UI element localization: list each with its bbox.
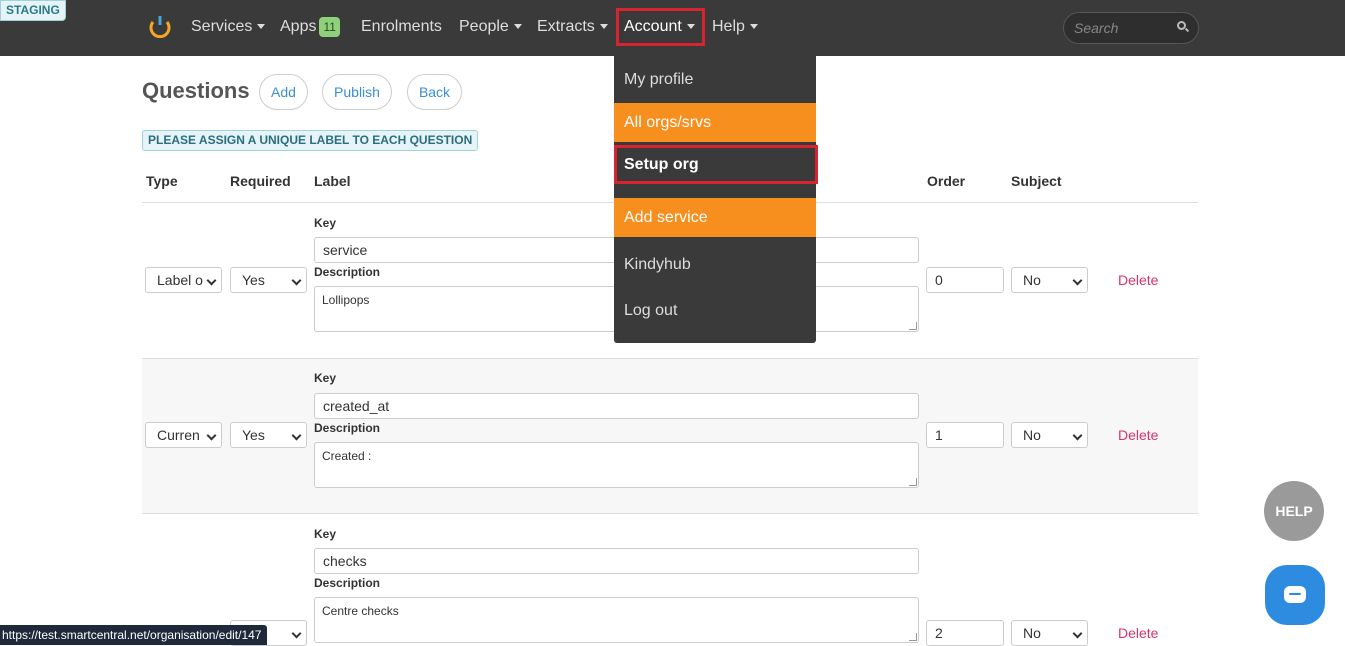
chevron-down-icon: [599, 24, 608, 30]
chevron-down-icon: [257, 24, 266, 30]
chevron-down-icon: [291, 275, 302, 286]
order-input[interactable]: 1: [926, 422, 1004, 448]
env-badge: STAGING: [0, 0, 66, 21]
description-value: Lollipops: [322, 293, 370, 307]
status-url: https://test.smartcentral.net/organisati…: [0, 625, 268, 645]
delete-link[interactable]: Delete: [1118, 272, 1158, 288]
required-select[interactable]: Yes: [230, 267, 307, 293]
header-required: Required: [230, 173, 291, 189]
header-type: Type: [146, 173, 178, 189]
add-button[interactable]: Add: [259, 74, 308, 110]
header-order: Order: [927, 173, 966, 189]
menu-item-setup-org[interactable]: Setup org: [614, 145, 818, 184]
key-input[interactable]: created_at: [314, 393, 919, 419]
nav-services[interactable]: Services: [191, 0, 266, 54]
order-input[interactable]: 0: [926, 267, 1004, 293]
description-label: Description: [314, 265, 381, 279]
menu-item-all-orgs[interactable]: All orgs/srvs: [614, 103, 816, 142]
chevron-down-icon: [513, 24, 522, 30]
subject-value: No: [1023, 625, 1041, 641]
header-label: Label: [314, 173, 351, 189]
chevron-down-icon: [291, 628, 302, 639]
nav-apps[interactable]: Apps 11: [280, 0, 340, 54]
apps-count-badge: 11: [319, 16, 340, 37]
nav-help-label: Help: [712, 18, 745, 35]
description-value: Centre checks: [322, 604, 399, 618]
account-highlight-box: [616, 8, 705, 46]
divider: [142, 513, 1198, 514]
nav-people-label: People: [459, 18, 509, 35]
nav-services-label: Services: [191, 18, 253, 35]
account-dropdown-menu: My profile All orgs/srvs Setup org Add s…: [614, 56, 818, 343]
nav-help[interactable]: Help: [712, 0, 758, 54]
publish-button[interactable]: Publish: [322, 74, 392, 110]
header-subject: Subject: [1011, 173, 1062, 189]
key-input[interactable]: checks: [314, 548, 919, 574]
page-title: Questions: [142, 78, 250, 103]
subject-value: No: [1023, 272, 1041, 288]
chevron-down-icon: [206, 430, 217, 441]
required-select[interactable]: Yes: [230, 422, 307, 448]
chat-icon: [1284, 586, 1306, 603]
search-icon[interactable]: [1177, 21, 1186, 30]
menu-item-kindyhub[interactable]: Kindyhub: [614, 245, 816, 284]
description-value: Created :: [322, 449, 372, 463]
subject-select[interactable]: No: [1011, 267, 1088, 293]
type-select[interactable]: Curren: [145, 422, 222, 448]
menu-item-log-out[interactable]: Log out: [614, 291, 816, 330]
subject-select[interactable]: No: [1011, 422, 1088, 448]
chevron-down-icon: [291, 430, 302, 441]
nav-apps-label: Apps: [280, 18, 317, 35]
menu-item-my-profile[interactable]: My profile: [614, 60, 816, 99]
type-value: Label o: [157, 272, 203, 288]
resize-handle-icon[interactable]: [909, 633, 917, 641]
required-value: Yes: [242, 427, 265, 443]
key-label: Key: [314, 371, 337, 385]
back-button[interactable]: Back: [407, 74, 462, 110]
search-placeholder: Search: [1074, 20, 1119, 36]
menu-item-add-service[interactable]: Add service: [614, 198, 816, 237]
resize-handle-icon[interactable]: [909, 322, 917, 330]
chevron-down-icon: [206, 275, 217, 286]
nav-enrolments[interactable]: Enrolments: [361, 0, 442, 54]
search-input[interactable]: Search: [1063, 12, 1199, 44]
subject-select[interactable]: No: [1011, 620, 1088, 646]
key-label: Key: [314, 527, 337, 541]
app-logo-icon[interactable]: [148, 14, 172, 38]
help-button[interactable]: HELP: [1264, 481, 1324, 541]
notice-badge: PLEASE ASSIGN A UNIQUE LABEL TO EACH QUE…: [142, 130, 479, 151]
chevron-down-icon: [749, 24, 758, 30]
type-value: Curren: [157, 427, 200, 443]
type-select[interactable]: Label o: [145, 267, 222, 293]
chat-button[interactable]: [1265, 565, 1325, 625]
nav-extracts[interactable]: Extracts: [537, 0, 608, 54]
nav-people[interactable]: People: [459, 0, 522, 54]
description-textarea[interactable]: Created :: [314, 442, 919, 488]
description-label: Description: [314, 421, 381, 435]
required-value: Yes: [242, 272, 265, 288]
chevron-down-icon: [1072, 275, 1083, 286]
key-label: Key: [314, 216, 337, 230]
delete-link[interactable]: Delete: [1118, 427, 1158, 443]
chevron-down-icon: [1072, 628, 1083, 639]
resize-handle-icon[interactable]: [909, 478, 917, 486]
subject-value: No: [1023, 427, 1041, 443]
chevron-down-icon: [1072, 430, 1083, 441]
order-input[interactable]: 2: [926, 620, 1004, 646]
nav-extracts-label: Extracts: [537, 18, 595, 35]
delete-link[interactable]: Delete: [1118, 625, 1158, 641]
description-textarea[interactable]: Centre checks: [314, 597, 919, 643]
description-label: Description: [314, 576, 381, 590]
top-navbar: Services Apps 11 Enrolments People Extrac…: [0, 0, 1345, 56]
